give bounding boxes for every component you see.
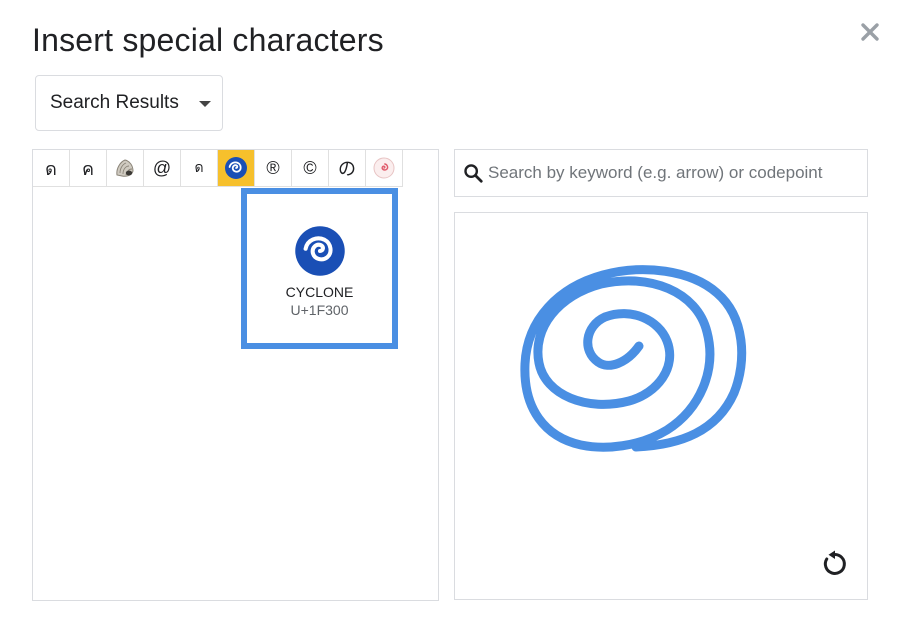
- category-dropdown-label: Search Results: [50, 92, 179, 113]
- handwriting-drawing-area[interactable]: [454, 212, 868, 600]
- char-cell-thai-do-dek[interactable]: ด: [33, 150, 70, 187]
- char-cell-cyclone[interactable]: [218, 150, 255, 187]
- drawn-stroke: [520, 265, 747, 452]
- category-dropdown[interactable]: Search Results: [35, 75, 223, 131]
- spiral-shell-icon: [116, 159, 134, 177]
- char-glyph: ด: [45, 158, 57, 179]
- preview-character-name: CYCLONE: [285, 284, 354, 300]
- char-glyph: ค: [81, 158, 95, 179]
- reset-icon[interactable]: [819, 549, 849, 579]
- char-glyph: の: [338, 159, 356, 179]
- char-cell-thai-kho-khwai[interactable]: ค: [70, 150, 107, 187]
- character-row: ด ค @ ด ® © の: [33, 150, 403, 187]
- char-cell-spiral-shell[interactable]: [107, 150, 144, 187]
- close-icon: [861, 23, 879, 41]
- char-glyph: ด: [194, 159, 204, 175]
- char-cell-registered[interactable]: ®: [255, 150, 292, 187]
- char-glyph: @: [152, 157, 172, 178]
- cyclone-icon: [294, 226, 345, 276]
- char-glyph: ©: [303, 157, 317, 178]
- close-button[interactable]: [858, 20, 882, 44]
- fish-cake-icon: [373, 157, 395, 179]
- preview-codepoint: U+1F300: [290, 302, 349, 318]
- dialog-title: Insert special characters: [32, 22, 384, 58]
- char-cell-hiragana-no[interactable]: の: [329, 150, 366, 187]
- search-icon: [464, 164, 483, 183]
- char-cell-fish-cake[interactable]: [366, 150, 403, 187]
- caret-down-icon: [199, 101, 211, 107]
- character-grid: ด ค @ ด ® © の CYCLONE U+1F300: [32, 149, 439, 601]
- cyclone-icon: [225, 157, 247, 179]
- char-cell-thai-do-chada[interactable]: ด: [181, 150, 218, 187]
- char-cell-copyright[interactable]: ©: [292, 150, 329, 187]
- search-input[interactable]: [488, 163, 858, 183]
- search-box: [454, 149, 868, 197]
- char-glyph: ®: [266, 157, 280, 178]
- character-preview-card: CYCLONE U+1F300: [241, 188, 398, 349]
- char-cell-at-sign[interactable]: @: [144, 150, 181, 187]
- insert-special-characters-dialog: Insert special characters Search Results…: [0, 0, 907, 628]
